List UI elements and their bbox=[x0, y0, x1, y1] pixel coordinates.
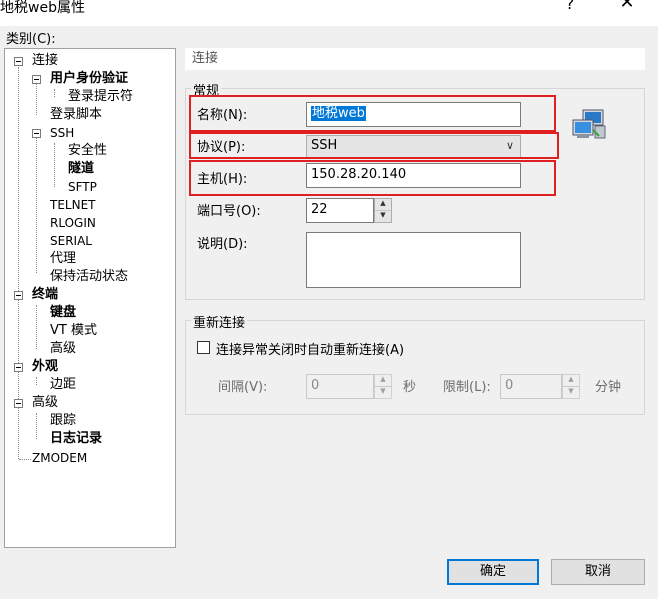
tree-item-logging[interactable]: 日志记录 bbox=[50, 430, 102, 448]
tree-item-ssh[interactable]: SSH bbox=[50, 124, 74, 142]
tree-item-login-scripts[interactable]: 登录脚本 bbox=[50, 106, 102, 124]
tree-item-serial[interactable]: SERIAL bbox=[50, 232, 92, 250]
panel-header: 连接 bbox=[185, 48, 645, 70]
tree-line bbox=[54, 143, 55, 187]
category-label: 类别(C): bbox=[6, 32, 56, 47]
interval-unit: 秒 bbox=[403, 380, 417, 395]
tree-item-login-prompts[interactable]: 登录提示符 bbox=[68, 88, 133, 106]
network-computers-icon bbox=[571, 108, 607, 142]
tree-item-sftp[interactable]: SFTP bbox=[68, 178, 97, 196]
highlight-box-host bbox=[189, 160, 556, 196]
tree-item-appearance[interactable]: 外观 bbox=[32, 358, 58, 376]
tree-line bbox=[36, 413, 37, 439]
tree-item-telnet[interactable]: TELNET bbox=[50, 196, 96, 214]
collapse-icon[interactable] bbox=[32, 129, 41, 138]
reconnect-group bbox=[185, 320, 645, 415]
interval-spinner[interactable]: ▲ ▼ bbox=[374, 374, 392, 399]
limit-label: 限制(L): bbox=[443, 380, 491, 395]
auto-reconnect-checkbox[interactable] bbox=[197, 341, 210, 354]
ok-button[interactable]: 确定 bbox=[447, 559, 539, 585]
port-label: 端口号(O): bbox=[197, 204, 261, 219]
tree-line bbox=[36, 305, 37, 349]
collapse-icon[interactable] bbox=[14, 57, 23, 66]
reconnect-group-title: 重新连接 bbox=[191, 312, 248, 331]
interval-label: 间隔(V): bbox=[218, 380, 268, 395]
limit-spinner[interactable]: ▲ ▼ bbox=[562, 374, 580, 399]
collapse-icon[interactable] bbox=[32, 75, 41, 84]
tree-item-vt-modes[interactable]: VT 模式 bbox=[50, 322, 97, 340]
limit-unit: 分钟 bbox=[595, 380, 622, 395]
auto-reconnect-label[interactable]: 连接异常关闭时自动重新连接(A) bbox=[216, 339, 404, 358]
collapse-icon[interactable] bbox=[14, 363, 23, 372]
description-textarea[interactable] bbox=[306, 232, 521, 288]
spin-up-icon[interactable]: ▲ bbox=[375, 199, 391, 211]
port-input[interactable]: 22 bbox=[306, 198, 374, 223]
cancel-button[interactable]: 取消 bbox=[551, 559, 645, 585]
tree-line bbox=[54, 89, 55, 97]
title-bar: 地税web属性 ? ✕ bbox=[0, 0, 658, 26]
tree-item-keep-alive[interactable]: 保持活动状态 bbox=[50, 268, 128, 286]
help-button[interactable]: ? bbox=[560, 0, 580, 13]
tree-line bbox=[36, 377, 37, 385]
port-spinner[interactable]: ▲ ▼ bbox=[374, 198, 392, 223]
tree-item-advanced[interactable]: 高级 bbox=[32, 394, 58, 412]
tree-item-margins[interactable]: 边距 bbox=[50, 376, 76, 394]
tree-item-keyboard[interactable]: 键盘 bbox=[50, 304, 76, 322]
spin-down-icon[interactable]: ▼ bbox=[375, 387, 391, 399]
tree-line bbox=[36, 83, 37, 115]
tree-line bbox=[19, 459, 31, 460]
spin-down-icon[interactable]: ▼ bbox=[563, 387, 579, 399]
tree-line bbox=[36, 137, 37, 273]
tree-item-tunneling[interactable]: 隧道 bbox=[68, 160, 94, 178]
tree-item-connection[interactable]: 连接 bbox=[32, 52, 58, 70]
tree-item-terminal-advanced[interactable]: 高级 bbox=[50, 340, 76, 358]
tree-item-proxy[interactable]: 代理 bbox=[50, 250, 76, 268]
tree-item-terminal[interactable]: 终端 bbox=[32, 286, 58, 304]
window-title: 地税web属性 bbox=[0, 0, 85, 16]
spin-up-icon[interactable]: ▲ bbox=[375, 375, 391, 387]
highlight-box-protocol bbox=[189, 132, 559, 159]
tree-item-security[interactable]: 安全性 bbox=[68, 142, 107, 160]
close-button[interactable]: ✕ bbox=[614, 0, 640, 13]
spin-up-icon[interactable]: ▲ bbox=[563, 375, 579, 387]
highlight-box-name bbox=[189, 95, 556, 132]
limit-input[interactable]: 0 bbox=[500, 374, 562, 399]
tree-item-authentication[interactable]: 用户身份验证 bbox=[50, 70, 128, 88]
description-label: 说明(D): bbox=[197, 237, 248, 252]
tree-item-zmodem[interactable]: ZMODEM bbox=[32, 449, 87, 467]
collapse-icon[interactable] bbox=[14, 399, 23, 408]
tree-item-trace[interactable]: 跟踪 bbox=[50, 412, 76, 430]
interval-input[interactable]: 0 bbox=[306, 374, 374, 399]
category-tree[interactable]: 连接 用户身份验证 登录提示符 登录脚本 SSH 安全性 隧道 SFTP TEL… bbox=[4, 48, 176, 548]
tree-item-rlogin[interactable]: RLOGIN bbox=[50, 214, 96, 232]
spin-down-icon[interactable]: ▼ bbox=[375, 211, 391, 223]
collapse-icon[interactable] bbox=[14, 291, 23, 300]
